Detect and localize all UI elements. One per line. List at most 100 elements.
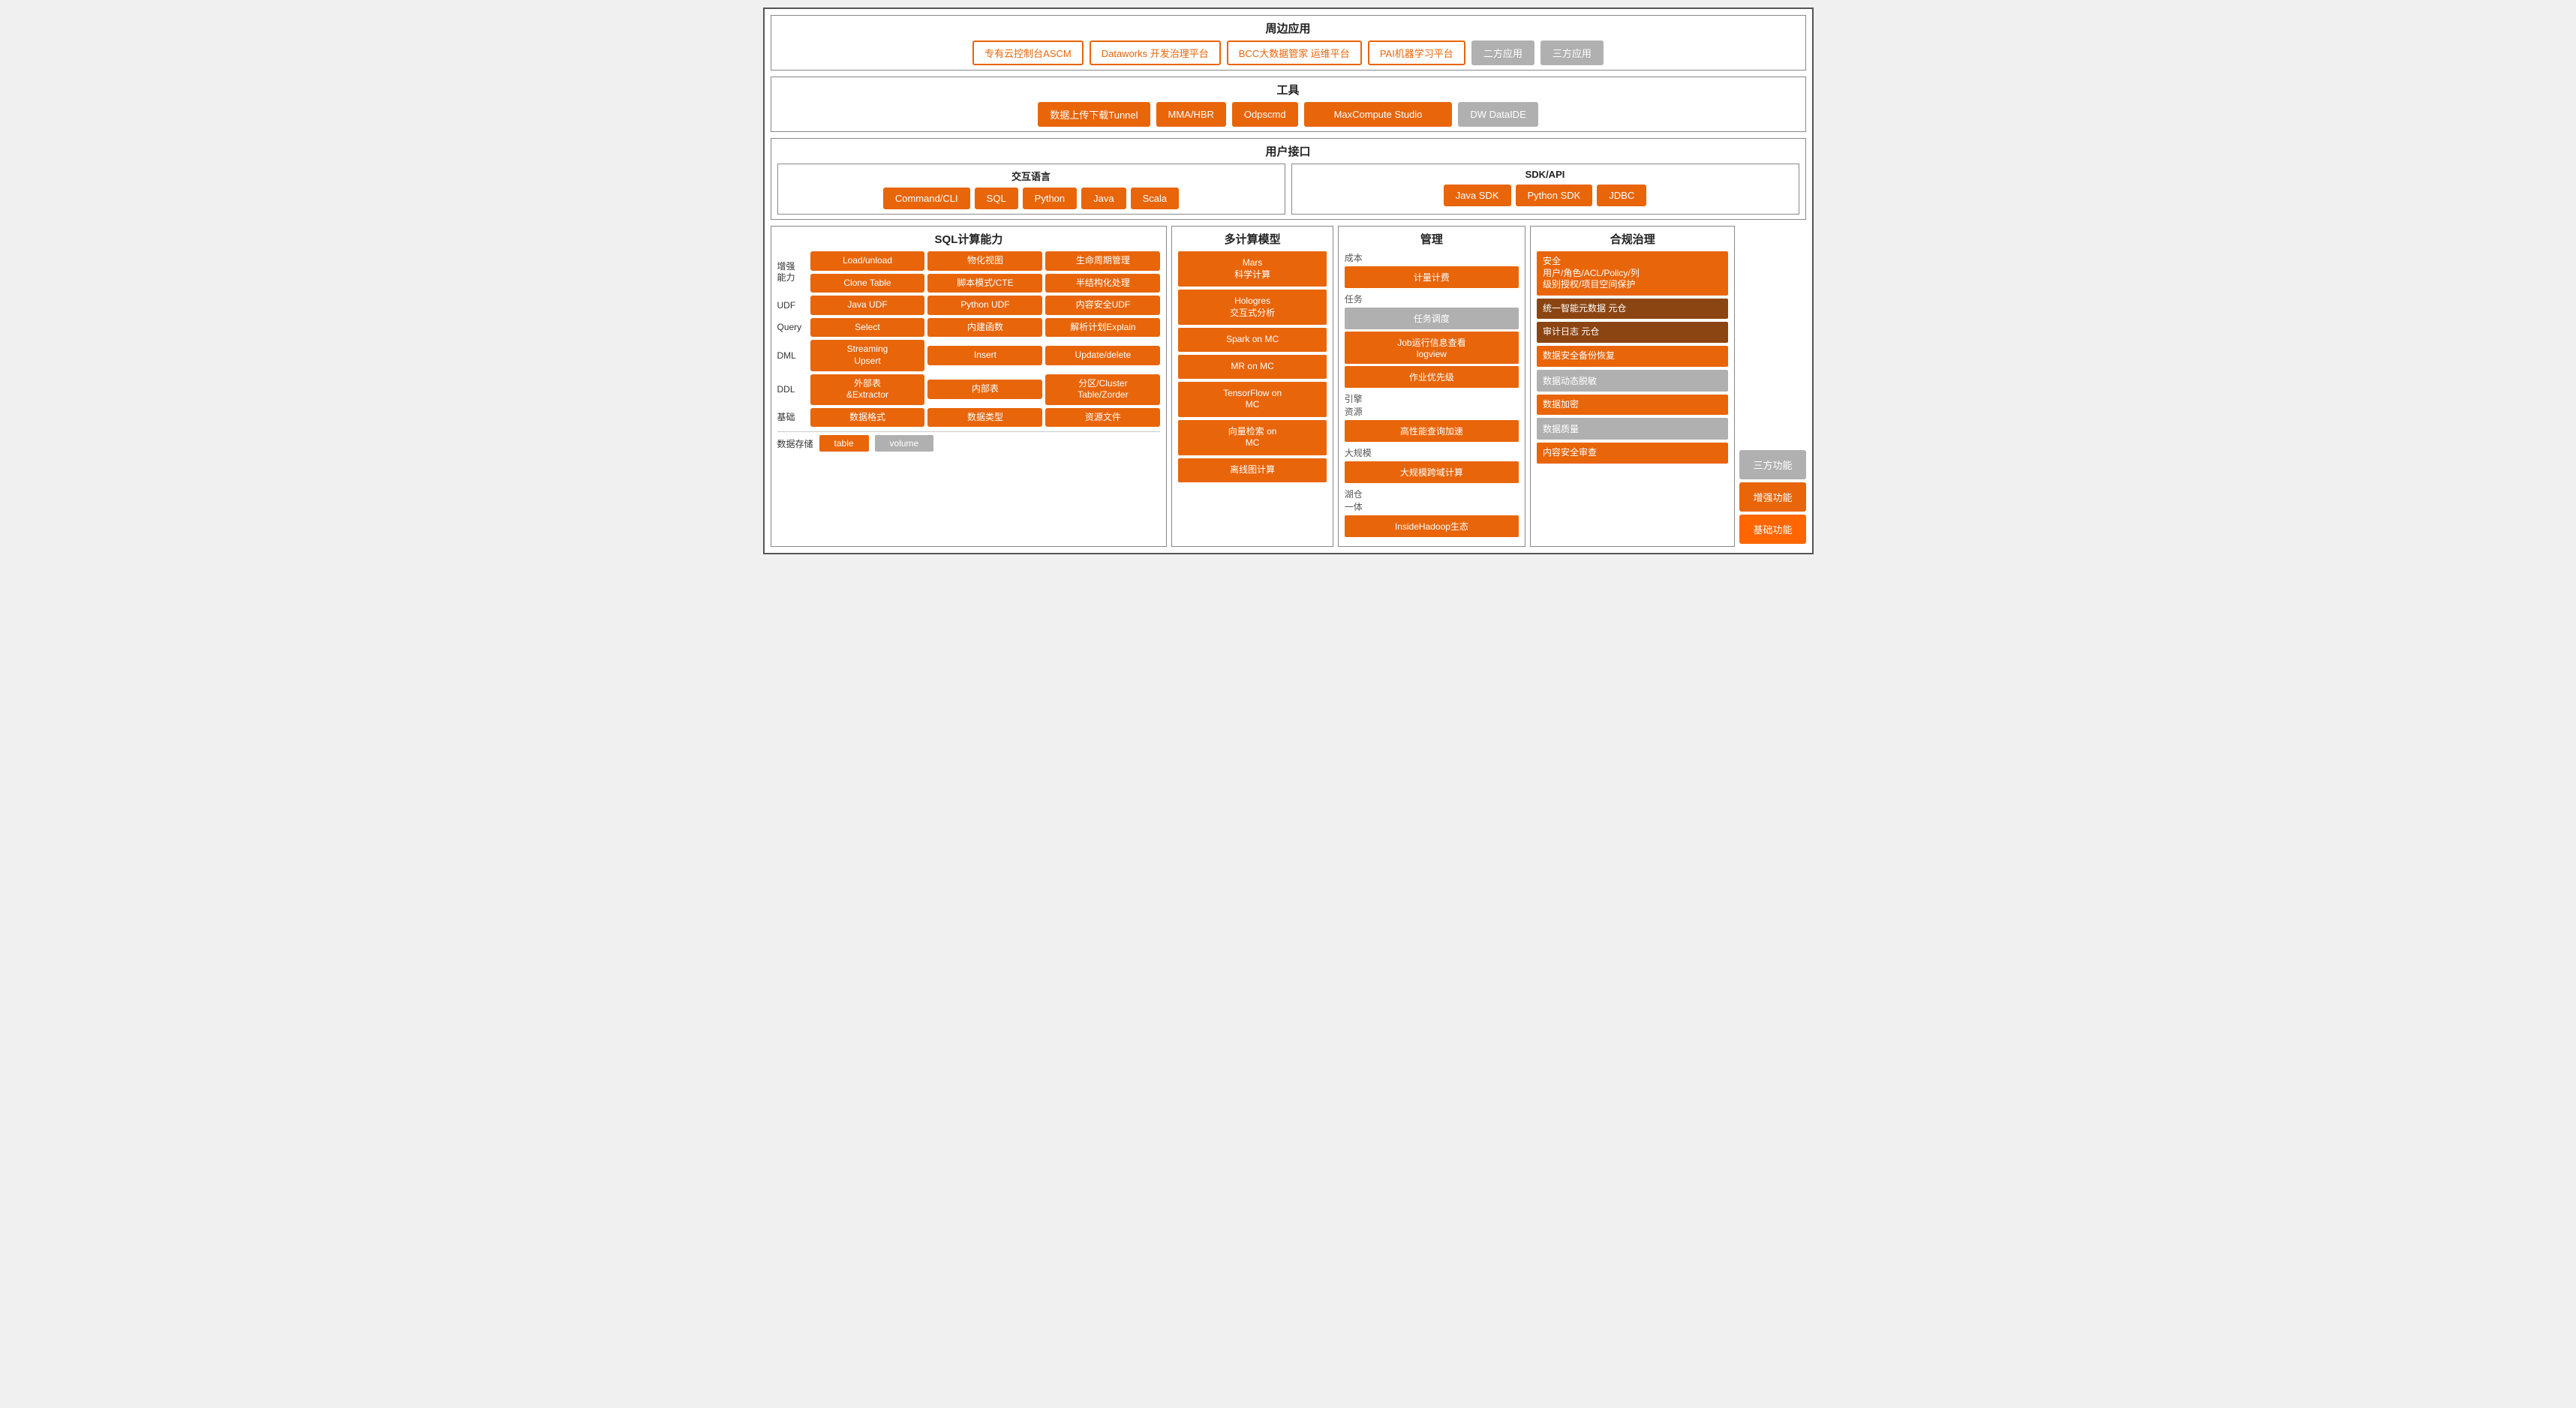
ui-inner: 交互语言 Command/CLI SQL Python Java Scala S… bbox=[777, 164, 1799, 215]
comp-item-7[interactable]: 内容安全审查 bbox=[1537, 443, 1728, 464]
mgmt-large-label: 大规模 bbox=[1345, 446, 1519, 459]
sql-cell-1-0[interactable]: Clone Table bbox=[810, 274, 925, 293]
sql-cell-4-1[interactable]: Insert bbox=[927, 346, 1042, 365]
interactive-lang-row: Command/CLI SQL Python Java Scala bbox=[784, 188, 1279, 209]
lang-btn-1[interactable]: SQL bbox=[975, 188, 1018, 209]
comp-item-0[interactable]: 安全 用户/角色/ACL/Policy/列 级别授权/项目空间保护 bbox=[1537, 251, 1728, 296]
mgmt-task-gray-0[interactable]: 任务调度 bbox=[1345, 308, 1519, 329]
tools-btn-gray-0[interactable]: DW DataIDE bbox=[1458, 102, 1537, 127]
comp-item-1[interactable]: 统一智能元数据 元仓 bbox=[1537, 299, 1728, 320]
mgmt-large: 大规模 大规模跨域计算 bbox=[1345, 446, 1519, 483]
data-storage-bar: 数据存储 table volume bbox=[777, 431, 1161, 452]
mc-item-5[interactable]: 向量检索 on MC bbox=[1178, 420, 1326, 455]
user-interface-section: 用户接口 交互语言 Command/CLI SQL Python Java Sc… bbox=[771, 138, 1806, 220]
lang-btn-4[interactable]: Scala bbox=[1131, 188, 1180, 209]
sql-cell-0-0[interactable]: Load/unload bbox=[810, 251, 925, 271]
sql-cell-5-1[interactable]: 内部表 bbox=[927, 380, 1042, 399]
sql-cell-1-2[interactable]: 半结构化处理 bbox=[1045, 274, 1160, 293]
tools-row: 数据上传下载Tunnel MMA/HBR Odpscmd MaxCompute … bbox=[777, 102, 1799, 127]
peripheral-btn-3[interactable]: PAI机器学习平台 bbox=[1368, 41, 1465, 65]
sql-cell-0-2[interactable]: 生命周期管理 bbox=[1045, 251, 1160, 271]
comp-item-4[interactable]: 数据动态脱敏 bbox=[1537, 370, 1728, 392]
sql-cell-0-1[interactable]: 物化视图 bbox=[927, 251, 1042, 271]
tools-btn-1[interactable]: MMA/HBR bbox=[1156, 102, 1226, 127]
storage-volume-btn[interactable]: volume bbox=[875, 435, 934, 452]
sql-cell-4-0[interactable]: Streaming Upsert bbox=[810, 340, 925, 371]
mc-item-6[interactable]: 离线图计算 bbox=[1178, 458, 1326, 482]
mc-item-0[interactable]: Mars 科学计算 bbox=[1178, 251, 1326, 287]
sql-cell-2-1[interactable]: Python UDF bbox=[927, 296, 1042, 315]
mgmt-cost: 成本 计量计费 bbox=[1345, 251, 1519, 288]
sql-cell-3-1[interactable]: 内建函数 bbox=[927, 318, 1042, 338]
mgmt-cost-item-0[interactable]: 计量计费 bbox=[1345, 266, 1519, 288]
multi-compute-section: 多计算模型 Mars 科学计算 Hologres 交互式分析 Spark on … bbox=[1171, 226, 1333, 547]
sdk-api-title: SDK/API bbox=[1298, 169, 1793, 180]
sql-cell-1-1[interactable]: 脚本模式/CTE bbox=[927, 274, 1042, 293]
sql-cell-2-0[interactable]: Java UDF bbox=[810, 296, 925, 315]
mc-item-2[interactable]: Spark on MC bbox=[1178, 328, 1326, 352]
sql-cell-6-1[interactable]: 数据类型 bbox=[927, 408, 1042, 428]
sql-row-label-0: 增强能力 bbox=[777, 261, 807, 283]
tools-btn-0[interactable]: 数据上传下载Tunnel bbox=[1038, 102, 1150, 127]
mc-item-1[interactable]: Hologres 交互式分析 bbox=[1178, 290, 1326, 325]
peripheral-btn-gray-0[interactable]: 二方应用 bbox=[1471, 41, 1534, 65]
peripheral-section: 周边应用 专有云控制台ASCM Dataworks 开发治理平台 BCC大数据管… bbox=[771, 15, 1806, 71]
mgmt-lake-label: 湖仓 一体 bbox=[1345, 488, 1519, 513]
sql-cell-3-2[interactable]: 解析计划Explain bbox=[1045, 318, 1160, 338]
lang-btn-0[interactable]: Command/CLI bbox=[883, 188, 970, 209]
sdk-btn-2[interactable]: JDBC bbox=[1597, 185, 1646, 206]
comp-item-2[interactable]: 审计日志 元仓 bbox=[1537, 322, 1728, 343]
lang-btn-2[interactable]: Python bbox=[1023, 188, 1077, 209]
sql-row-label-ddl: DDL bbox=[777, 384, 807, 395]
sql-cell-6-2[interactable]: 资源文件 bbox=[1045, 408, 1160, 428]
bottom-wrapper: SQL计算能力 增强能力 Load/unload 物化视图 生命周期管理 Clo… bbox=[771, 226, 1806, 547]
peripheral-btn-gray-1[interactable]: 三方应用 bbox=[1540, 41, 1604, 65]
legend-third-party[interactable]: 三方功能 bbox=[1739, 450, 1805, 479]
sql-grid: 增强能力 Load/unload 物化视图 生命周期管理 Clone Table… bbox=[777, 251, 1161, 427]
sql-row-label-query: Query bbox=[777, 322, 807, 332]
comp-item-5[interactable]: 数据加密 bbox=[1537, 395, 1728, 416]
peripheral-title: 周边应用 bbox=[777, 20, 1799, 36]
mgmt-task: 任务 任务调度 Job运行信息查看 logview 作业优先级 bbox=[1345, 293, 1519, 388]
storage-label: 数据存储 bbox=[777, 437, 813, 450]
mgmt-large-item-0[interactable]: 大规模跨域计算 bbox=[1345, 461, 1519, 483]
user-interface-title: 用户接口 bbox=[777, 143, 1799, 159]
mc-item-4[interactable]: TensorFlow on MC bbox=[1178, 382, 1326, 417]
sql-title: SQL计算能力 bbox=[777, 231, 1161, 247]
tools-btn-2[interactable]: Odpscmd bbox=[1232, 102, 1298, 127]
sql-cell-6-0[interactable]: 数据格式 bbox=[810, 408, 925, 428]
mgmt-engine-label: 引擎 资源 bbox=[1345, 392, 1519, 418]
peripheral-btn-0[interactable]: 专有云控制台ASCM bbox=[972, 41, 1084, 65]
mc-col: Mars 科学计算 Hologres 交互式分析 Spark on MC MR … bbox=[1178, 251, 1326, 482]
sdk-btn-1[interactable]: Python SDK bbox=[1516, 185, 1593, 206]
management-section: 管理 成本 计量计费 任务 任务调度 Job运行信息查看 logview 作业优… bbox=[1338, 226, 1525, 547]
comp-item-6[interactable]: 数据质量 bbox=[1537, 418, 1728, 440]
sql-cell-3-0[interactable]: Select bbox=[810, 318, 925, 338]
mc-item-3[interactable]: MR on MC bbox=[1178, 355, 1326, 379]
side-legend: 三方功能 增强功能 基础功能 bbox=[1739, 450, 1805, 547]
comp-item-3[interactable]: 数据安全备份恢复 bbox=[1537, 346, 1728, 367]
legend-enhanced[interactable]: 增强功能 bbox=[1739, 482, 1805, 512]
mgmt-task-item-0[interactable]: Job运行信息查看 logview bbox=[1345, 332, 1519, 364]
mgmt-engine-item-0[interactable]: 高性能查询加速 bbox=[1345, 420, 1519, 442]
lang-btn-3[interactable]: Java bbox=[1081, 188, 1126, 209]
mgmt-lake-item-0[interactable]: InsideHadoop生态 bbox=[1345, 515, 1519, 537]
sql-cell-5-0[interactable]: 外部表 &Extractor bbox=[810, 374, 925, 405]
bottom-sections: SQL计算能力 增强能力 Load/unload 物化视图 生命周期管理 Clo… bbox=[771, 226, 1736, 547]
sql-cell-2-2[interactable]: 内容安全UDF bbox=[1045, 296, 1160, 315]
mgmt-cost-label: 成本 bbox=[1345, 251, 1519, 264]
mgmt-task-item-1[interactable]: 作业优先级 bbox=[1345, 366, 1519, 388]
sql-cell-4-2[interactable]: Update/delete bbox=[1045, 346, 1160, 365]
peripheral-btn-2[interactable]: BCC大数据管家 运维平台 bbox=[1227, 41, 1362, 65]
storage-table-btn[interactable]: table bbox=[819, 435, 869, 452]
sql-row-label-udf: UDF bbox=[777, 300, 807, 311]
tools-title: 工具 bbox=[777, 82, 1799, 98]
peripheral-btn-1[interactable]: Dataworks 开发治理平台 bbox=[1090, 41, 1221, 65]
sql-row-label-base: 基础 bbox=[777, 412, 807, 422]
mgmt-engine: 引擎 资源 高性能查询加速 bbox=[1345, 392, 1519, 442]
sql-cell-5-2[interactable]: 分区/Cluster Table/Zorder bbox=[1045, 374, 1160, 405]
compliance-grid: 安全 用户/角色/ACL/Policy/列 级别授权/项目空间保护 统一智能元数… bbox=[1537, 251, 1728, 464]
legend-basic[interactable]: 基础功能 bbox=[1739, 515, 1805, 544]
sdk-btn-0[interactable]: Java SDK bbox=[1444, 185, 1511, 206]
tools-btn-3[interactable]: MaxCompute Studio bbox=[1304, 102, 1453, 127]
